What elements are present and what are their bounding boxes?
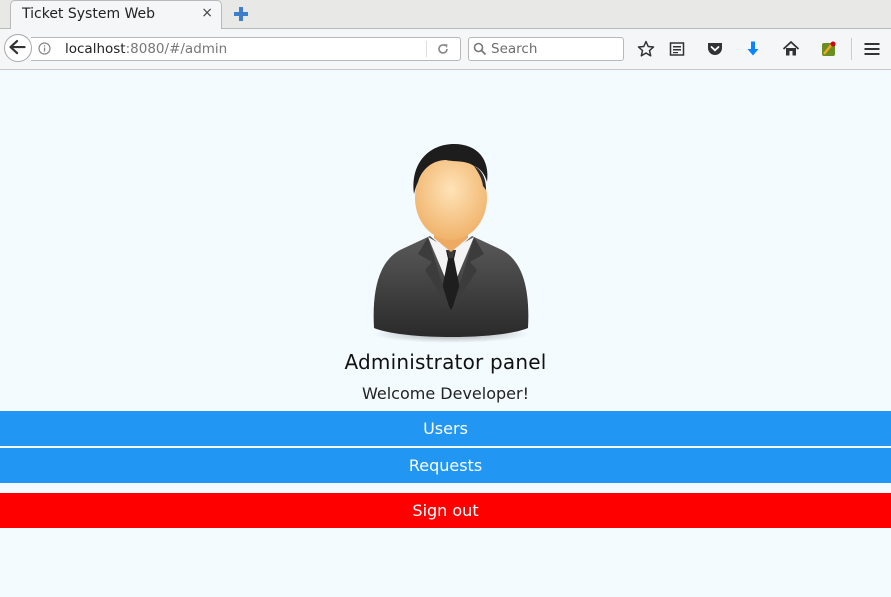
requests-button[interactable]: Requests xyxy=(0,448,891,483)
new-tab-icon[interactable] xyxy=(232,5,250,23)
url-host: localhost xyxy=(65,41,126,57)
reading-list-icon[interactable] xyxy=(668,40,686,58)
search-bar[interactable] xyxy=(468,37,624,61)
star-icon[interactable] xyxy=(637,40,655,58)
welcome-message: Welcome Developer! xyxy=(362,384,529,403)
info-icon[interactable] xyxy=(38,42,51,55)
download-icon[interactable] xyxy=(744,40,762,58)
sign-out-button[interactable]: Sign out xyxy=(0,493,891,528)
home-icon[interactable] xyxy=(782,40,800,58)
browser-tab[interactable]: Ticket System Web × xyxy=(10,0,222,29)
pocket-icon[interactable] xyxy=(706,40,724,58)
reload-icon[interactable] xyxy=(436,42,450,56)
search-input[interactable] xyxy=(491,40,619,58)
back-button[interactable] xyxy=(4,34,32,62)
extension-icon[interactable] xyxy=(820,40,838,58)
url-separator xyxy=(426,41,427,57)
tab-bar: Ticket System Web × xyxy=(0,0,891,29)
admin-avatar-icon xyxy=(373,144,529,343)
search-icon xyxy=(473,42,487,56)
users-button[interactable]: Users xyxy=(0,411,891,446)
tab-close-icon[interactable]: × xyxy=(201,5,213,21)
tab-title: Ticket System Web xyxy=(22,6,156,22)
toolbar-divider xyxy=(851,38,852,60)
back-arrow-icon xyxy=(9,39,26,55)
url-path: :8080/#/admin xyxy=(125,41,228,57)
page-title: Administrator panel xyxy=(344,350,547,374)
navigation-toolbar: localhost:8080/#/admin xyxy=(0,29,891,70)
hamburger-menu-icon[interactable] xyxy=(863,40,881,58)
url-text[interactable]: localhost:8080/#/admin xyxy=(65,41,227,57)
url-bar[interactable]: localhost:8080/#/admin xyxy=(31,37,461,61)
